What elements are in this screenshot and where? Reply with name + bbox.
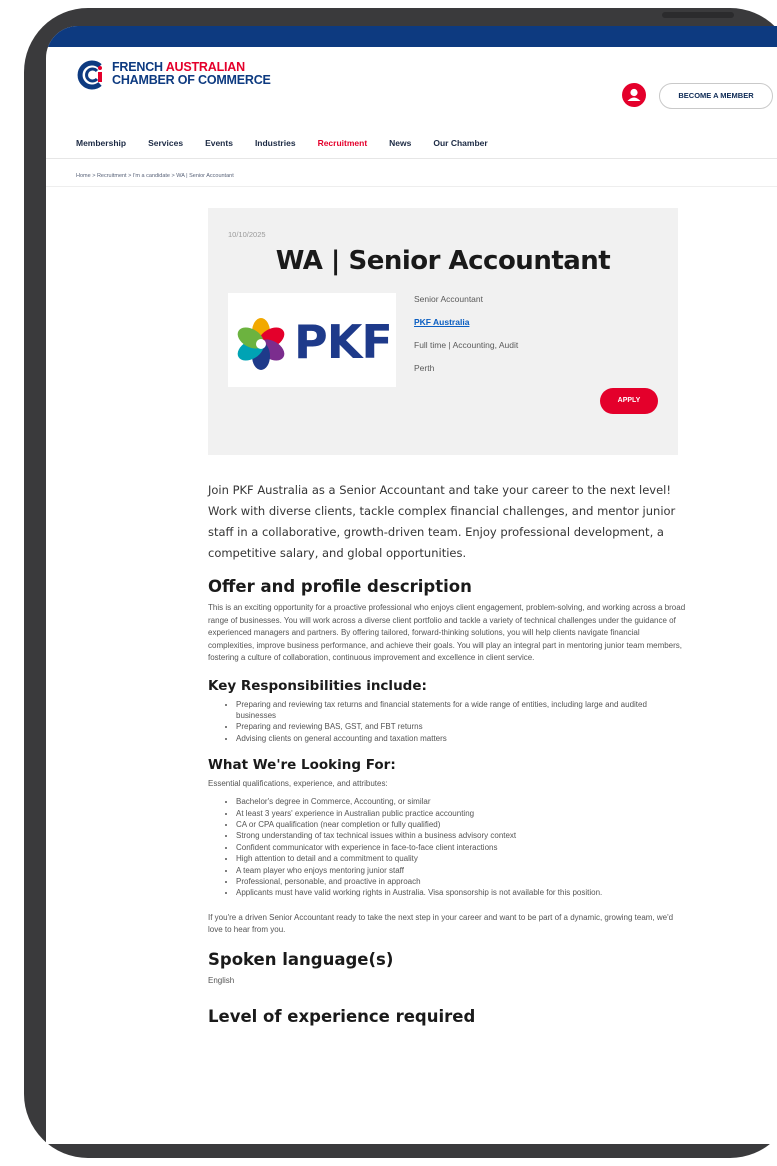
logo-line1-red: AUSTRALIAN (165, 60, 245, 74)
nav-item-events[interactable]: Events (205, 138, 233, 152)
responsibilities-list: Preparing and reviewing tax returns and … (208, 699, 686, 745)
top-bar (46, 26, 777, 47)
language-value: English (208, 975, 235, 985)
requirements-list: Bachelor's degree in Commerce, Accountin… (208, 796, 686, 899)
site-header: FRENCH AUSTRALIAN CHAMBER OF COMMERCE BE… (46, 47, 777, 109)
nav-item-news[interactable]: News (389, 138, 411, 152)
main-nav: Membership Services Events Industries Re… (76, 138, 488, 152)
breadcrumb[interactable]: Home > Recruitment > I'm a candidate > W… (76, 173, 234, 179)
breadcrumb-divider (46, 186, 777, 187)
nav-item-our-chamber[interactable]: Our Chamber (433, 138, 487, 152)
nav-divider (46, 158, 777, 159)
job-description: Join PKF Australia as a Senior Accountan… (208, 480, 686, 1032)
experience-heading: Level of experience required (208, 1006, 476, 1026)
list-item: Advising clients on general accounting a… (236, 733, 686, 744)
offer-heading: Offer and profile description (208, 577, 472, 596)
chamber-logo-icon[interactable] (76, 60, 106, 90)
list-item: CA or CPA qualification (near completion… (236, 819, 686, 830)
list-item: Strong understanding of tax technical is… (236, 830, 686, 841)
offer-text: This is an exciting opportunity for a pr… (208, 603, 686, 662)
list-item: At least 3 years' experience in Australi… (236, 808, 686, 819)
logo-wordmark[interactable]: FRENCH AUSTRALIAN CHAMBER OF COMMERCE (112, 61, 271, 87)
intro-text: Join PKF Australia as a Senior Accountan… (208, 483, 676, 560)
list-item: A team player who enjoys mentoring junio… (236, 865, 686, 876)
company-logo[interactable]: PKF (228, 293, 396, 387)
nav-item-recruitment[interactable]: Recruitment (318, 138, 368, 152)
list-item: Preparing and reviewing tax returns and … (236, 699, 686, 722)
looking-for-heading: What We're Looking For: (208, 757, 396, 774)
screen: FRENCH AUSTRALIAN CHAMBER OF COMMERCE BE… (46, 26, 777, 1144)
logo-line1-blue: FRENCH (112, 60, 166, 74)
job-position: Senior Accountant (414, 294, 483, 304)
apply-button[interactable]: APPLY (600, 388, 658, 414)
device-button (662, 12, 734, 18)
nav-item-membership[interactable]: Membership (76, 138, 126, 152)
company-link[interactable]: PKF Australia (414, 317, 518, 340)
job-date: 10/10/2025 (228, 230, 266, 239)
list-item: Preparing and reviewing BAS, GST, and FB… (236, 721, 686, 732)
job-card: 10/10/2025 WA | Senior Accountant PKF Se… (208, 208, 678, 455)
list-item: Bachelor's degree in Commerce, Accountin… (236, 796, 686, 807)
responsibilities-heading: Key Responsibilities include: (208, 677, 427, 694)
user-account-icon[interactable] (622, 83, 646, 107)
list-item: Professional, personable, and proactive … (236, 876, 686, 887)
list-item: Confident communicator with experience i… (236, 842, 686, 853)
job-title: WA | Senior Accountant (275, 246, 611, 276)
job-type: Full time | Accounting, Audit (414, 340, 519, 350)
pkf-wordmark: PKF (294, 315, 393, 369)
nav-item-services[interactable]: Services (148, 138, 183, 152)
logo-line2: CHAMBER OF COMMERCE (112, 73, 271, 87)
list-item: High attention to detail and a commitmen… (236, 853, 686, 864)
become-member-button[interactable]: BECOME A MEMBER (659, 83, 773, 109)
closing-text: If you're a driven Senior Accountant rea… (208, 912, 674, 935)
nav-item-industries[interactable]: Industries (255, 138, 296, 152)
list-item: Applicants must have valid working right… (236, 887, 686, 898)
language-heading: Spoken language(s) (208, 949, 394, 969)
looking-for-intro: Essential qualifications, experience, an… (208, 779, 388, 789)
pkf-flower-icon (237, 318, 285, 370)
job-meta: Senior Accountant PKF Australia Full tim… (414, 294, 518, 386)
job-location: Perth (414, 363, 435, 373)
